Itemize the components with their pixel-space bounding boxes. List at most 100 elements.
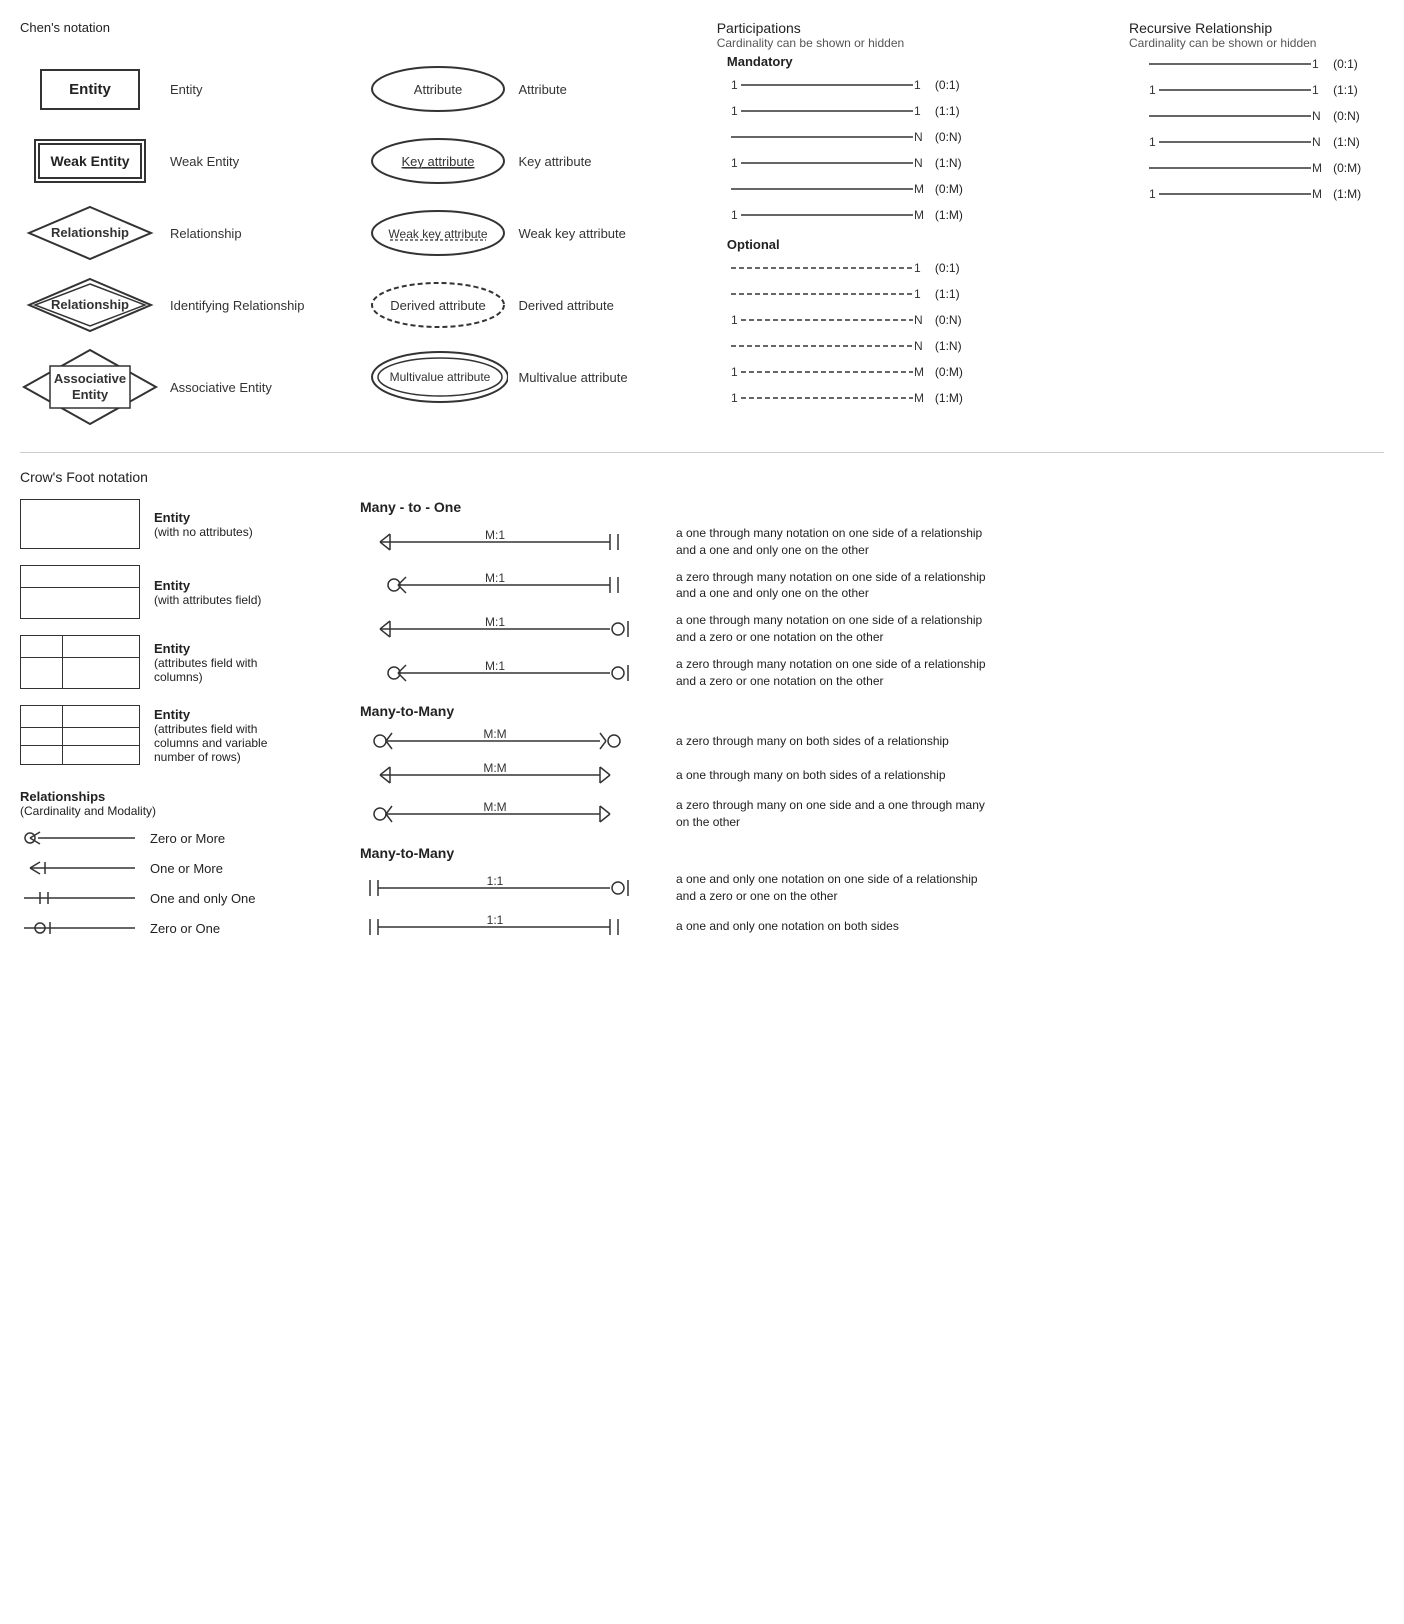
svg-text:1: 1 (731, 78, 738, 92)
cf-cols-left (21, 636, 63, 657)
11-svg-1: 1:1 (360, 876, 660, 900)
svg-text:1: 1 (1312, 57, 1319, 71)
svg-text:1: 1 (1149, 187, 1156, 201)
key-attribute-label: Key attribute (518, 154, 591, 169)
opt-notation-1: (0:1) (935, 261, 960, 275)
svg-text:1:1: 1:1 (487, 915, 504, 927)
mm-svg-1: M:M (360, 729, 660, 753)
identifying-diamond-svg: Relationship (25, 275, 155, 335)
identifying-label: Identifying Relationship (170, 298, 304, 313)
one-only-label: One and only One (150, 891, 256, 906)
zero-more-symbol (20, 828, 140, 848)
rel-zero-more-row: Zero or More (20, 828, 320, 848)
svg-text:1:1: 1:1 (487, 876, 504, 888)
chens-title-text: Chen's notation (20, 20, 110, 35)
chen-associative-row: Associative Entity Associative Entity (20, 342, 358, 432)
m1-desc-2: a zero through many notation on one side… (676, 569, 996, 603)
recursive-line-5: M (1145, 158, 1325, 178)
many-to-many-section: Many-to-Many M:M a z (360, 703, 1384, 831)
part-notation-4: (1:N) (935, 156, 962, 170)
rec-notation-2: (1:1) (1333, 83, 1358, 97)
rec-notation-5: (0:M) (1333, 161, 1361, 175)
chens-left-column: Entity Entity Weak Entity Weak Entity (20, 54, 358, 432)
rec-notation-1: (0:1) (1333, 57, 1358, 71)
m1-row-2: M:1 a zero through many notation on one … (360, 569, 1384, 603)
mm-desc-3: a zero through many on one side and a on… (676, 797, 996, 831)
optional-row-4: N (1:N) (727, 336, 1125, 356)
weak-entity-outer: Weak Entity (34, 139, 145, 183)
cf-rows-col-right (63, 706, 139, 727)
svg-text:M:1: M:1 (485, 530, 505, 542)
rel-one-only-row: One and only One (20, 888, 320, 908)
svg-text:1: 1 (1149, 135, 1156, 149)
participation-line-2: 1 1 (727, 101, 927, 121)
recursive-title: Recursive Relationship (1129, 20, 1384, 36)
mandatory-row-1: 1 1 (0:1) (727, 75, 1125, 95)
attribute-label: Attribute (518, 82, 566, 97)
weak-key-attribute-label: Weak key attribute (518, 226, 625, 241)
recursive-column: 1 (0:1) 1 1 (1:1) N (1125, 54, 1384, 244)
cf-entity-cols-header (21, 636, 139, 658)
chen-entity-row: Entity Entity (20, 54, 358, 124)
mm-svg-3: M:M (360, 802, 660, 826)
m1-svg-4: M:1 (360, 661, 660, 685)
key-attribute-oval-svg: Key attribute (368, 135, 508, 187)
relationship-shape: Relationship (20, 203, 160, 263)
cf-entity-cols-sub: (attributes field with columns) (154, 656, 284, 684)
svg-text:M:M: M:M (483, 802, 506, 814)
optional-line-2: 1 (727, 284, 927, 304)
optional-row-3: 1 N (0:N) (727, 310, 1125, 330)
svg-text:Attribute: Attribute (414, 82, 462, 97)
crows-title: Crow's Foot notation (20, 469, 1384, 485)
recursive-row-1: 1 (0:1) (1145, 54, 1384, 74)
opt-notation-4: (1:N) (935, 339, 962, 353)
svg-text:M: M (914, 208, 924, 222)
identifying-shape: Relationship (20, 275, 160, 335)
relationship-diamond-svg: Relationship (25, 203, 155, 263)
chen-identifying-row: Relationship Identifying Relationship (20, 270, 358, 340)
svg-text:1: 1 (731, 391, 738, 405)
participations-title: Participations (717, 20, 1109, 36)
svg-text:N: N (914, 130, 923, 144)
chen-relationship-row: Relationship Relationship (20, 198, 358, 268)
mandatory-row-2: 1 1 (1:1) (727, 101, 1125, 121)
svg-text:1: 1 (731, 104, 738, 118)
entity-box: Entity (40, 69, 140, 110)
mandatory-row-5: M (0:M) (727, 179, 1125, 199)
rec-notation-4: (1:N) (1333, 135, 1360, 149)
attr-row: Attribute Attribute (368, 54, 706, 124)
svg-text:M: M (914, 365, 924, 379)
optional-row-6: 1 M (1:M) (727, 388, 1125, 408)
recursive-row-5: M (0:M) (1145, 158, 1384, 178)
weak-key-attribute-shape: Weak key attribute (368, 207, 508, 259)
svg-text:1: 1 (1312, 83, 1319, 97)
opt-notation-3: (0:N) (935, 313, 962, 327)
optional-label: Optional (727, 237, 1125, 252)
cf-entity-simple-row: Entity (with no attributes) (20, 499, 320, 549)
m1-svg-3: M:1 (360, 617, 660, 641)
optional-row-2: 1 (1:1) (727, 284, 1125, 304)
derived-attribute-label: Derived attribute (518, 298, 613, 313)
participation-line-5: M (727, 179, 927, 199)
11-desc-1: a one and only one notation on one side … (676, 871, 996, 905)
mm-desc-1: a zero through many on both sides of a r… (676, 733, 949, 750)
cf-entity-cols-label: Entity (attributes field with columns) (154, 641, 284, 684)
cf-entity-rows-title: Entity (154, 707, 284, 722)
m1-desc-3: a one through many notation on one side … (676, 612, 996, 646)
cf-entity-simple-sub: (with no attributes) (154, 525, 253, 539)
cf-rows-body2-right (63, 746, 139, 764)
chens-title: Chen's notation (20, 20, 353, 50)
optional-line-3: 1 N (727, 310, 927, 330)
participations-column: Mandatory 1 1 (0:1) 1 1 (1:1) (707, 54, 1125, 414)
derived-attr-row: Derived attribute Derived attribute (368, 270, 706, 340)
cf-entity-cols-row: Entity (attributes field with columns) (20, 635, 320, 689)
part-notation-6: (1:M) (935, 208, 963, 222)
svg-text:M: M (914, 391, 924, 405)
cf-rows-body1-right (63, 728, 139, 745)
svg-text:M: M (1312, 161, 1322, 175)
cf-entity-rows-sub: (attributes field with columns and varia… (154, 722, 284, 764)
multivalue-attr-row: Multivalue attribute Multivalue attribut… (368, 342, 706, 412)
entity-shape: Entity (20, 69, 160, 110)
cf-rows-body1-left (21, 728, 63, 745)
associative-label: Associative Entity (170, 380, 272, 395)
